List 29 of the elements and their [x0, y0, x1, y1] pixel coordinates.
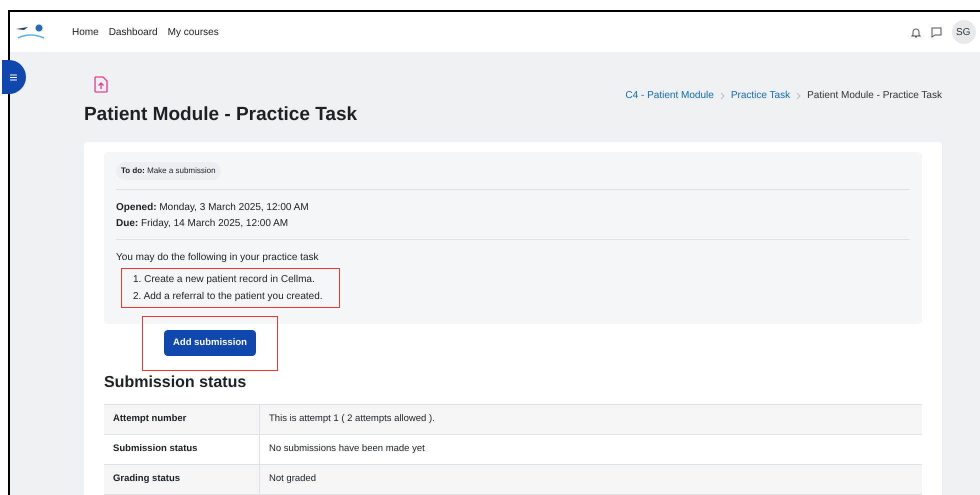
table-cell: Submission status — [104, 434, 260, 464]
table-cell: Grading status — [104, 464, 260, 494]
user-avatar[interactable]: SG — [952, 20, 976, 44]
intro-text: You may do the following in your practice task — [116, 250, 320, 264]
chevron-right-icon — [720, 92, 725, 100]
breadcrumb-link[interactable]: Practice Task — [730, 88, 790, 103]
section-heading: Submission status — [104, 372, 248, 392]
nav-link[interactable]: Home — [72, 24, 99, 40]
page-title: Patient Module - Practice Task — [84, 103, 358, 127]
date-line: Opened: Monday, 3 March 2025, 12:00 AM — [116, 200, 310, 214]
table-cell-text: This is attempt 1 ( 2 attempts allowed ). — [268, 412, 436, 426]
add-submission-button[interactable]: Add submission — [164, 330, 256, 356]
drawer-toggle-button[interactable] — [2, 60, 26, 94]
step-text: 1. Create a new patient record in Cellma. — [133, 272, 316, 286]
step-text: 2. Add a referral to the patient you created. — [133, 290, 324, 304]
date-line: Due: Friday, 14 March 2025, 12:00 AM — [116, 216, 290, 230]
todo-badge: To do: Make a submission — [116, 162, 221, 180]
chevron-right-icon — [796, 92, 802, 100]
file-upload-icon — [94, 76, 108, 93]
chat-icon[interactable] — [931, 26, 942, 38]
table-cell-text: No submissions have been made yet — [268, 442, 426, 456]
breadcrumb-current: Patient Module - Practice Task — [807, 89, 942, 103]
table-cell-text: Not graded — [268, 472, 318, 486]
bell-icon[interactable] — [911, 26, 921, 38]
nav-link[interactable]: Dashboard — [108, 24, 158, 40]
nav-link[interactable]: My courses — [168, 24, 219, 40]
breadcrumb-link[interactable]: C4 - Patient Module — [625, 88, 714, 103]
menu-icon — [10, 74, 17, 80]
table-cell: Attempt number — [104, 404, 260, 434]
